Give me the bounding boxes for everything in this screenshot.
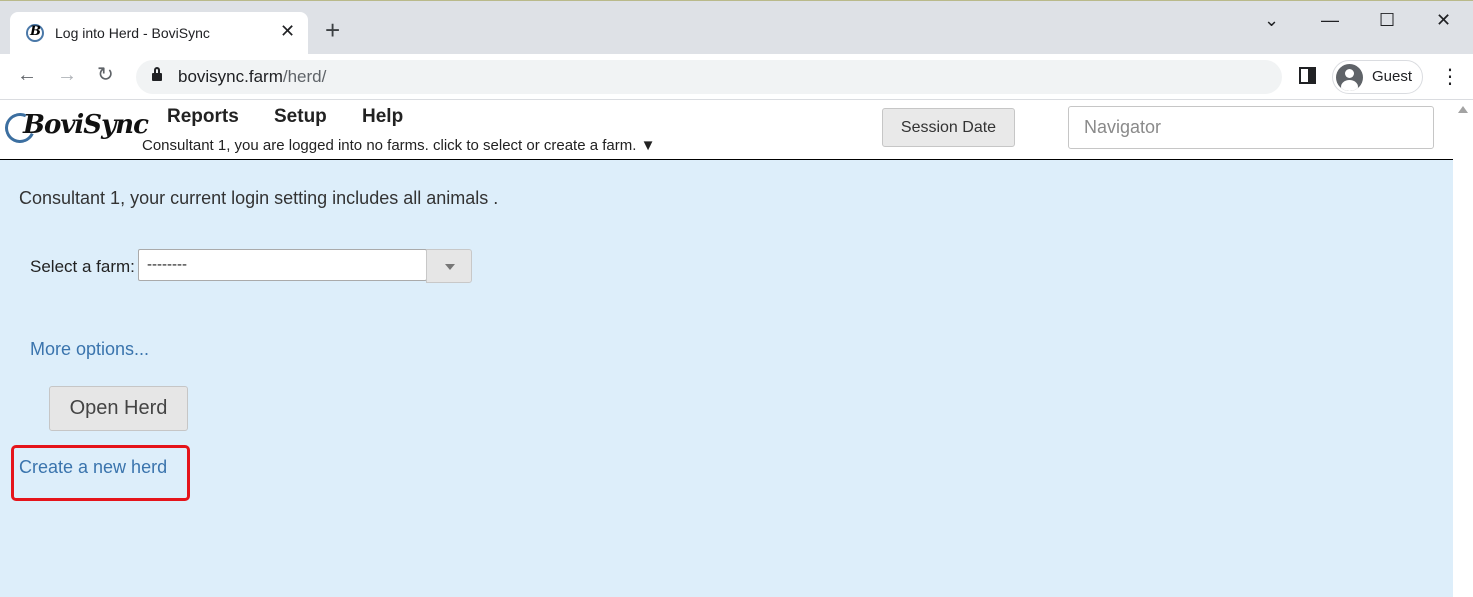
menu-setup[interactable]: Setup bbox=[274, 106, 327, 128]
navigator-input[interactable] bbox=[1068, 106, 1434, 149]
page-viewport: BoviSync Reports Setup Help Consultant 1… bbox=[0, 100, 1473, 597]
menu-help[interactable]: Help bbox=[362, 106, 403, 128]
tab-title: Log into Herd - BoviSync bbox=[55, 25, 210, 41]
app-header: BoviSync Reports Setup Help Consultant 1… bbox=[0, 100, 1453, 160]
bovisync-favicon-icon bbox=[26, 24, 44, 42]
url-text[interactable]: bovisync.farm/herd/ bbox=[178, 67, 326, 87]
forward-arrow-icon[interactable]: → bbox=[57, 63, 77, 87]
scroll-up-arrow-icon[interactable] bbox=[1458, 106, 1468, 113]
lock-icon bbox=[152, 67, 162, 82]
logo-text: BoviSync bbox=[23, 110, 149, 140]
browser-tab[interactable]: Log into Herd - BoviSync ✕ bbox=[10, 12, 308, 55]
select-farm-dropdown[interactable]: -------- bbox=[138, 249, 427, 281]
profile-button[interactable]: Guest bbox=[1332, 60, 1423, 94]
select-farm-label: Select a farm: bbox=[30, 257, 135, 276]
tab-search-chevron-icon[interactable]: ⌄ bbox=[1264, 9, 1279, 31]
maximize-icon[interactable]: ☐ bbox=[1379, 9, 1395, 31]
bovisync-logo[interactable]: BoviSync bbox=[0, 108, 149, 148]
menu-reports[interactable]: Reports bbox=[167, 106, 239, 128]
dropdown-caret-icon[interactable] bbox=[426, 249, 472, 283]
close-tab-icon[interactable]: ✕ bbox=[280, 21, 295, 42]
browser-toolbar: ← → ↻ bovisync.farm/herd/ Guest ⋮ bbox=[0, 54, 1473, 100]
profile-label: Guest bbox=[1372, 68, 1413, 85]
close-window-icon[interactable]: ✕ bbox=[1436, 9, 1451, 31]
new-tab-plus-icon[interactable]: + bbox=[325, 17, 340, 43]
farm-status-link[interactable]: Consultant 1, you are logged into no far… bbox=[142, 137, 655, 154]
more-options-link[interactable]: More options... bbox=[30, 339, 149, 360]
open-herd-button[interactable]: Open Herd bbox=[49, 386, 188, 431]
main-content: Consultant 1, your current login setting… bbox=[0, 160, 1453, 597]
back-arrow-icon[interactable]: ← bbox=[17, 63, 37, 87]
create-new-herd-link[interactable]: Create a new herd bbox=[19, 457, 167, 478]
reload-icon[interactable]: ↻ bbox=[97, 63, 114, 87]
vertical-scrollbar[interactable] bbox=[1453, 100, 1473, 597]
guest-avatar-icon bbox=[1336, 64, 1363, 91]
session-date-button[interactable]: Session Date bbox=[882, 108, 1015, 147]
browser-menu-kebab-icon[interactable]: ⋮ bbox=[1440, 65, 1460, 89]
minimize-icon[interactable]: — bbox=[1321, 9, 1339, 31]
login-message: Consultant 1, your current login setting… bbox=[19, 188, 499, 208]
address-bar[interactable]: bovisync.farm/herd/ bbox=[136, 60, 1282, 94]
side-panel-icon[interactable] bbox=[1299, 67, 1316, 84]
browser-tab-strip: Log into Herd - BoviSync ✕ + ⌄ — ☐ ✕ bbox=[0, 0, 1473, 55]
